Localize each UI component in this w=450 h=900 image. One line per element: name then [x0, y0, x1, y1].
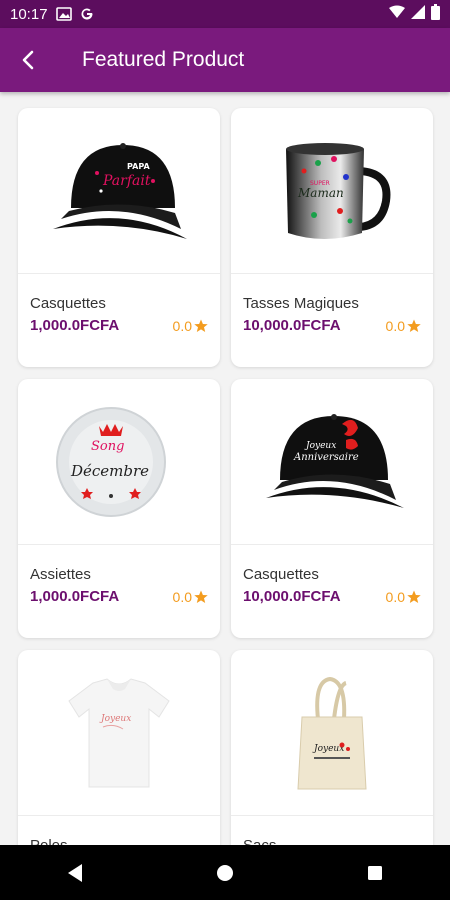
star-icon: [194, 590, 208, 603]
product-price: 1,000.0FCFA: [30, 588, 120, 605]
signal-icon: [411, 4, 425, 24]
product-card[interactable]: Joyeux Anniversaire Casquettes 10,000.0F…: [231, 379, 433, 638]
svg-text:PAPA: PAPA: [127, 162, 150, 171]
product-image-mug: SUPER Maman: [231, 108, 433, 273]
product-rating: 0.0: [386, 589, 421, 605]
product-image-cap-black: PAPA Parfait: [18, 108, 220, 273]
product-card[interactable]: Joyeux Polos: [18, 650, 220, 845]
product-rating: 0.0: [173, 589, 208, 605]
card-divider: [18, 544, 220, 545]
product-price: 10,000.0FCFA: [243, 317, 341, 334]
product-card[interactable]: Song Décembre Assiettes 1,000.0FCFA 0.0: [18, 379, 220, 638]
svg-text:Joyeux: Joyeux: [312, 744, 344, 754]
product-grid: PAPA Parfait Casquettes 1,000.0FCFA 0.0: [18, 108, 433, 845]
star-icon: [407, 590, 421, 603]
rating-value: 0.0: [385, 588, 405, 605]
product-name: Assiettes: [30, 566, 91, 583]
card-divider: [18, 273, 220, 274]
wifi-icon: [389, 5, 405, 24]
battery-icon: [431, 3, 440, 25]
system-nav-bar: [0, 845, 450, 900]
product-name: Casquettes: [243, 566, 319, 583]
product-image-plate: Song Décembre: [18, 379, 220, 544]
back-arrow-icon: [22, 50, 34, 70]
google-icon: [80, 7, 94, 21]
svg-text:Parfait: Parfait: [102, 173, 151, 189]
star-icon: [407, 319, 421, 332]
rating-value: 0.0: [172, 317, 192, 334]
product-image-polo: Joyeux: [18, 650, 220, 815]
product-image-tote-bag: Joyeux: [231, 650, 433, 815]
page-title: Featured Product: [82, 48, 245, 71]
card-divider: [231, 273, 433, 274]
product-name: Tasses Magiques: [243, 295, 359, 312]
svg-text:Décembre: Décembre: [70, 462, 149, 480]
nav-home-button[interactable]: [195, 845, 255, 900]
svg-text:Anniversaire: Anniversaire: [293, 452, 359, 463]
back-triangle-icon: [68, 863, 82, 882]
image-icon: [55, 7, 72, 21]
svg-text:Maman: Maman: [297, 186, 344, 200]
recents-square-icon: [368, 865, 382, 880]
product-price: 1,000.0FCFA: [30, 317, 120, 334]
app-bar: Featured Product: [0, 28, 450, 92]
card-divider: [18, 815, 220, 816]
rating-value: 0.0: [172, 588, 192, 605]
card-divider: [231, 815, 433, 816]
product-card[interactable]: SUPER Maman Tasses Magiques 10,000.0FCFA…: [231, 108, 433, 367]
star-icon: [194, 319, 208, 332]
status-time: 10:17: [10, 5, 48, 23]
card-divider: [231, 544, 433, 545]
nav-recents-button[interactable]: [345, 845, 405, 900]
rating-value: 0.0: [385, 317, 405, 334]
product-card[interactable]: PAPA Parfait Casquettes 1,000.0FCFA 0.0: [18, 108, 220, 367]
nav-back-button[interactable]: [45, 845, 105, 900]
status-bar: 10:17: [0, 0, 450, 28]
svg-text:Song: Song: [91, 439, 124, 454]
product-price: 10,000.0FCFA: [243, 588, 341, 605]
svg-text:Joyeux: Joyeux: [99, 714, 131, 724]
product-rating: 0.0: [173, 318, 208, 334]
product-name: Casquettes: [30, 295, 106, 312]
product-image-cap-black-2: Joyeux Anniversaire: [231, 379, 433, 544]
product-name: Polos: [30, 837, 220, 845]
home-circle-icon: [217, 864, 233, 881]
product-rating: 0.0: [386, 318, 421, 334]
product-list[interactable]: PAPA Parfait Casquettes 1,000.0FCFA 0.0: [0, 92, 450, 845]
back-button[interactable]: [0, 28, 56, 92]
product-name: Sacs: [243, 837, 433, 845]
svg-text:Joyeux: Joyeux: [304, 441, 336, 451]
product-card[interactable]: Joyeux Sacs: [231, 650, 433, 845]
